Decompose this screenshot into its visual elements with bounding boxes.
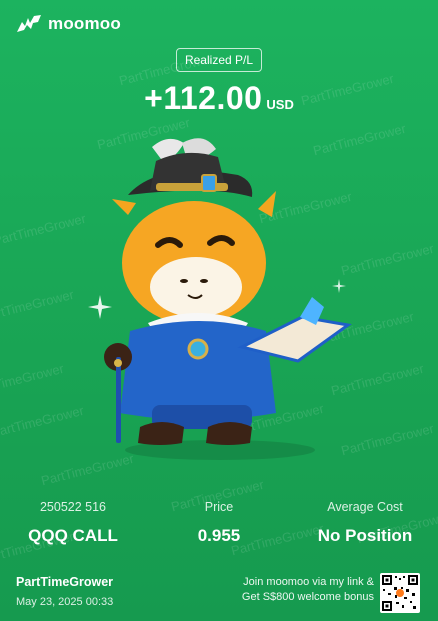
qr-code-pattern <box>382 575 418 611</box>
stat-contract: 250522 516 QQQ CALL <box>0 500 146 546</box>
sparkle-icon <box>332 279 346 293</box>
position-stats: 250522 516 QQQ CALL Price 0.955 Average … <box>0 500 438 546</box>
mascot-illustration <box>88 138 352 460</box>
referral-promo[interactable]: Join moomoo via my link & Get S$800 welc… <box>242 575 374 605</box>
user-name: PartTimeGrower <box>16 575 114 589</box>
stat-value: QQQ CALL <box>28 526 118 545</box>
cane-icon <box>116 357 121 443</box>
brand: moomoo <box>16 14 121 34</box>
stat-label: Price <box>204 500 234 514</box>
brand-name: moomoo <box>48 14 121 33</box>
stat-label: 250522 516 <box>39 500 107 514</box>
promo-line: Get S$800 welcome bonus <box>241 591 374 603</box>
promo-line: Join moomoo via my link & <box>243 576 374 588</box>
pl-value: +112.00 USD <box>0 80 438 117</box>
stat-price: Price 0.955 <box>146 500 292 546</box>
footer: PartTimeGrower May 23, 2025 00:33 Join m… <box>0 567 438 621</box>
realized-pl-badge: Realized P/L <box>176 48 262 72</box>
sparkle-icon <box>88 295 112 319</box>
stat-value: 0.955 <box>197 526 241 545</box>
stat-label: Average Cost <box>327 500 403 514</box>
qr-code-icon[interactable] <box>380 573 420 613</box>
watermark: PartTimeGrower <box>0 360 66 399</box>
stat-value: No Position <box>317 526 413 545</box>
pl-amount: +112.00 <box>144 80 263 116</box>
bull-logo-icon <box>17 15 41 32</box>
pl-currency: USD <box>266 97 294 112</box>
pl-share-card: PartTimeGrower PartTimeGrower PartTimeGr… <box>0 0 438 621</box>
stat-average-cost: Average Cost No Position <box>292 500 438 546</box>
timestamp: May 23, 2025 00:33 <box>16 596 114 608</box>
watermark: PartTimeGrower <box>0 286 76 325</box>
